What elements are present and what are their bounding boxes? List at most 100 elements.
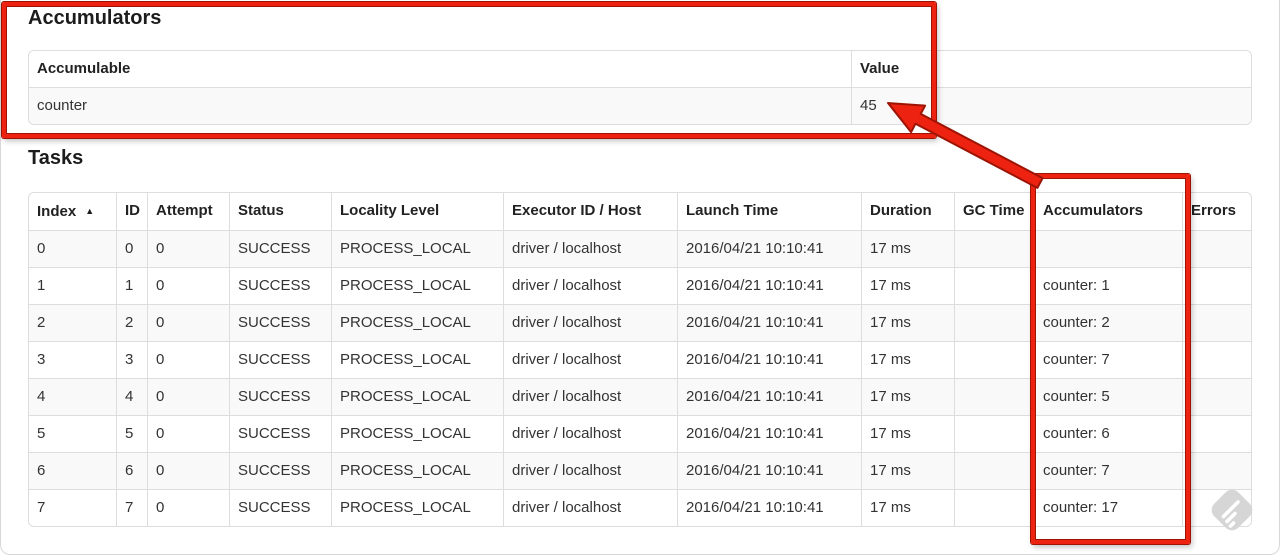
table-row: 4 4 0 SUCCESS PROCESS_LOCAL driver / localhos… bbox=[29, 378, 1251, 415]
table-cell: PROCESS_LOCAL bbox=[331, 452, 503, 489]
table-cell: 1 bbox=[29, 267, 116, 304]
locality-level-column-header[interactable]: Locality Level bbox=[331, 193, 503, 230]
errors-column-header[interactable]: Errors bbox=[1182, 193, 1251, 230]
launch-time-column-header[interactable]: Launch Time bbox=[677, 193, 861, 230]
table-cell: PROCESS_LOCAL bbox=[331, 341, 503, 378]
accumulators-table: Accumulable Value counter 45 bbox=[28, 50, 1252, 125]
table-cell: 0 bbox=[147, 304, 229, 341]
table-cell: counter: 5 bbox=[1034, 378, 1182, 415]
table-cell: 3 bbox=[29, 341, 116, 378]
table-cell: 6 bbox=[116, 452, 147, 489]
accumulators-section-title: Accumulators bbox=[28, 7, 162, 29]
table-cell: PROCESS_LOCAL bbox=[331, 304, 503, 341]
table-cell: 2016/04/21 10:10:41 bbox=[677, 378, 861, 415]
table-cell: 2 bbox=[29, 304, 116, 341]
table-cell: SUCCESS bbox=[229, 341, 331, 378]
table-cell bbox=[1182, 452, 1251, 489]
table-cell: 5 bbox=[29, 415, 116, 452]
accumulators-column-header[interactable]: Accumulators bbox=[1034, 193, 1182, 230]
table-cell bbox=[954, 489, 1034, 526]
table-cell: SUCCESS bbox=[229, 304, 331, 341]
table-cell: driver / localhost bbox=[503, 489, 677, 526]
table-cell: driver / localhost bbox=[503, 304, 677, 341]
table-cell bbox=[954, 415, 1034, 452]
table-cell: counter: 7 bbox=[1034, 452, 1182, 489]
table-cell: driver / localhost bbox=[503, 230, 677, 267]
table-cell: driver / localhost bbox=[503, 267, 677, 304]
status-column-header[interactable]: Status bbox=[229, 193, 331, 230]
table-cell: 2 bbox=[116, 304, 147, 341]
table-cell bbox=[1182, 489, 1251, 526]
table-cell: 17 ms bbox=[861, 452, 954, 489]
table-cell bbox=[954, 341, 1034, 378]
table-cell: 0 bbox=[147, 230, 229, 267]
tasks-header-row: Index ▲ ID Attempt Status Locality Level … bbox=[29, 193, 1251, 230]
table-cell: counter bbox=[29, 87, 851, 124]
table-cell bbox=[1182, 267, 1251, 304]
table-row: 2 2 0 SUCCESS PROCESS_LOCAL driver / localhos… bbox=[29, 304, 1251, 341]
attempt-column-header[interactable]: Attempt bbox=[147, 193, 229, 230]
table-cell: driver / localhost bbox=[503, 378, 677, 415]
table-cell: 17 ms bbox=[861, 378, 954, 415]
table-cell: SUCCESS bbox=[229, 452, 331, 489]
table-row: counter 45 bbox=[29, 87, 1251, 124]
table-cell: counter: 7 bbox=[1034, 341, 1182, 378]
table-row: 5 5 0 SUCCESS PROCESS_LOCAL driver / localhos… bbox=[29, 415, 1251, 452]
table-cell: PROCESS_LOCAL bbox=[331, 267, 503, 304]
table-cell: SUCCESS bbox=[229, 267, 331, 304]
table-cell bbox=[954, 452, 1034, 489]
table-cell: 0 bbox=[147, 489, 229, 526]
index-column-label: Index bbox=[37, 203, 77, 220]
table-cell bbox=[954, 378, 1034, 415]
table-cell: counter: 6 bbox=[1034, 415, 1182, 452]
id-column-header[interactable]: ID bbox=[116, 193, 147, 230]
table-cell: 0 bbox=[116, 230, 147, 267]
table-cell: 7 bbox=[29, 489, 116, 526]
executor-id-host-column-header[interactable]: Executor ID / Host bbox=[503, 193, 677, 230]
table-cell: driver / localhost bbox=[503, 452, 677, 489]
table-cell: 5 bbox=[116, 415, 147, 452]
table-cell: 7 bbox=[116, 489, 147, 526]
table-cell: SUCCESS bbox=[229, 230, 331, 267]
accumulators-header-row: Accumulable Value bbox=[29, 51, 1251, 87]
duration-column-header[interactable]: Duration bbox=[861, 193, 954, 230]
table-row: 0 0 0 SUCCESS PROCESS_LOCAL driver / localhos… bbox=[29, 230, 1251, 267]
table-cell bbox=[1182, 230, 1251, 267]
accumulable-column-header[interactable]: Accumulable bbox=[29, 51, 851, 87]
table-cell: 2016/04/21 10:10:41 bbox=[677, 304, 861, 341]
table-cell: 4 bbox=[29, 378, 116, 415]
table-cell: 3 bbox=[116, 341, 147, 378]
table-cell bbox=[954, 304, 1034, 341]
table-cell: 2016/04/21 10:10:41 bbox=[677, 415, 861, 452]
table-row: 7 7 0 SUCCESS PROCESS_LOCAL driver / localhos… bbox=[29, 489, 1251, 526]
table-row: 6 6 0 SUCCESS PROCESS_LOCAL driver / localhos… bbox=[29, 452, 1251, 489]
table-cell bbox=[1182, 378, 1251, 415]
table-row: 1 1 0 SUCCESS PROCESS_LOCAL driver / localhos… bbox=[29, 267, 1251, 304]
table-cell: 17 ms bbox=[861, 489, 954, 526]
table-cell bbox=[954, 230, 1034, 267]
table-cell bbox=[954, 267, 1034, 304]
table-cell: 1 bbox=[116, 267, 147, 304]
table-cell: PROCESS_LOCAL bbox=[331, 415, 503, 452]
value-column-header[interactable]: Value bbox=[851, 51, 1251, 87]
table-cell: 4 bbox=[116, 378, 147, 415]
table-cell: 17 ms bbox=[861, 230, 954, 267]
gc-time-column-header[interactable]: GC Time bbox=[954, 193, 1034, 230]
table-cell: 17 ms bbox=[861, 267, 954, 304]
table-cell bbox=[1034, 230, 1182, 267]
table-cell bbox=[1182, 304, 1251, 341]
table-cell: counter: 1 bbox=[1034, 267, 1182, 304]
table-cell: 0 bbox=[147, 415, 229, 452]
sort-ascending-icon: ▲ bbox=[85, 206, 95, 216]
table-cell: 0 bbox=[29, 230, 116, 267]
table-cell: 0 bbox=[147, 267, 229, 304]
spark-ui-page: Accumulators Accumulable Value counter 45… bbox=[0, 0, 1280, 556]
table-cell: PROCESS_LOCAL bbox=[331, 230, 503, 267]
table-cell: 45 bbox=[851, 87, 1251, 124]
table-cell: SUCCESS bbox=[229, 489, 331, 526]
table-cell: driver / localhost bbox=[503, 341, 677, 378]
table-cell: 0 bbox=[147, 341, 229, 378]
index-column-header[interactable]: Index ▲ bbox=[29, 193, 116, 230]
table-cell: 17 ms bbox=[861, 304, 954, 341]
tasks-section-title: Tasks bbox=[28, 147, 84, 169]
